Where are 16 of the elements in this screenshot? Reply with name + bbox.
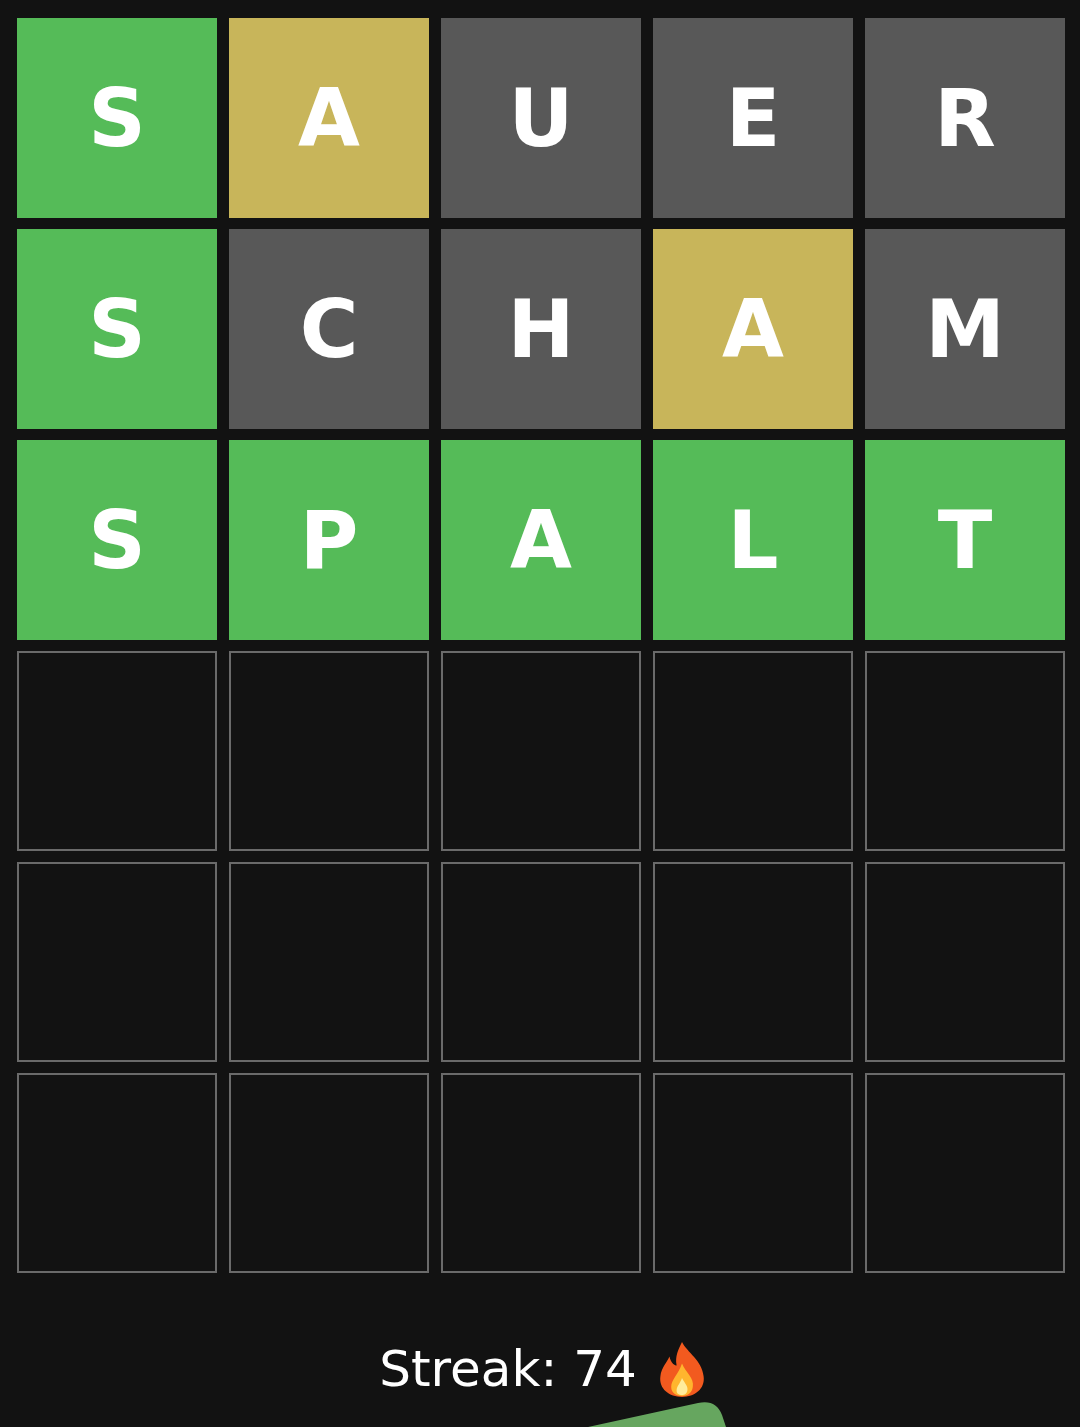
letter-tile: E bbox=[653, 18, 853, 218]
letter-tile: S bbox=[17, 229, 217, 429]
letter-tile: A bbox=[229, 18, 429, 218]
letter-tile: A bbox=[653, 229, 853, 429]
letter-tile: S bbox=[17, 18, 217, 218]
letter-tile: L bbox=[653, 440, 853, 640]
letter-tile: M bbox=[865, 229, 1065, 429]
letter-tile: H bbox=[441, 229, 641, 429]
letter-tile: S bbox=[17, 440, 217, 640]
letter-tile: P bbox=[229, 440, 429, 640]
letter-tile: T bbox=[865, 440, 1065, 640]
letter-tile: A bbox=[441, 440, 641, 640]
letter-tile: R bbox=[865, 18, 1065, 218]
letter-tile: U bbox=[441, 18, 641, 218]
streak-counter: Streak: 74 bbox=[379, 1339, 637, 1400]
letter-tile: C bbox=[229, 229, 429, 429]
